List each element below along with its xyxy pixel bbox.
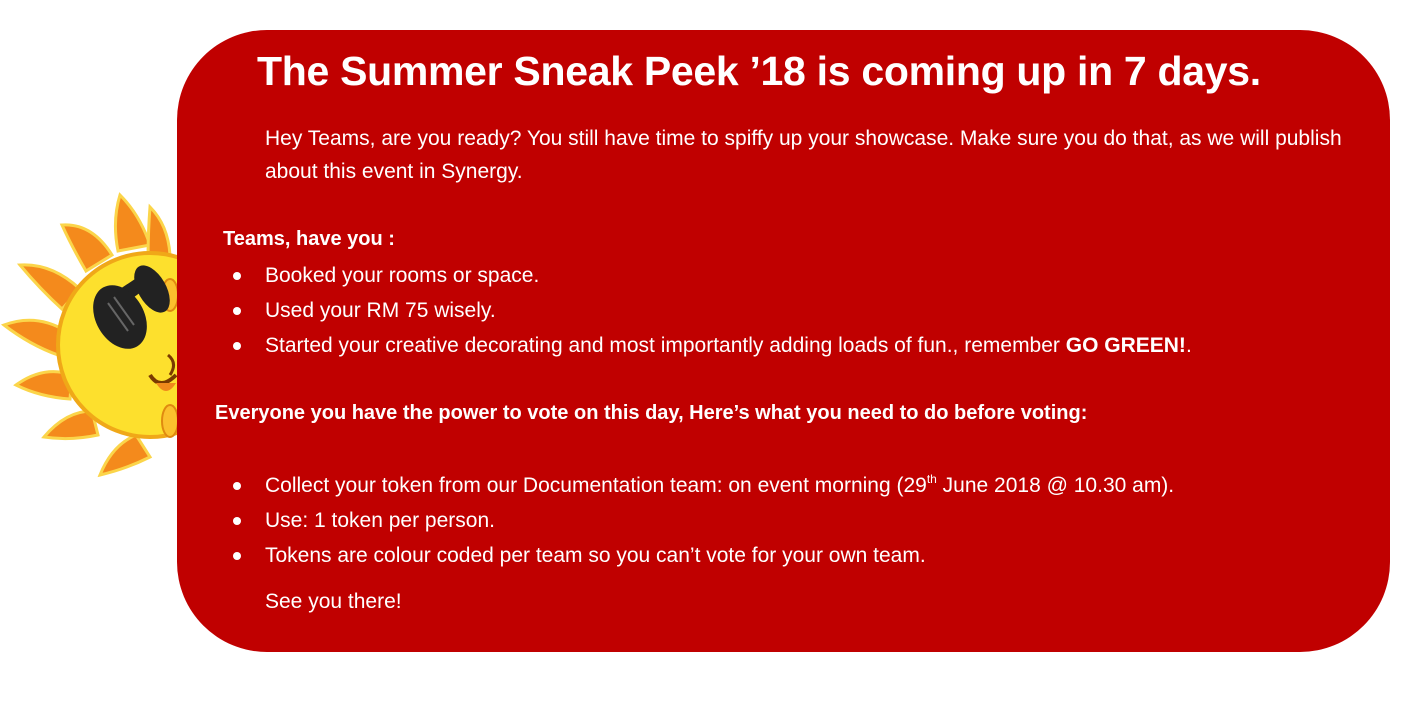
list-item-text: Started your creative decorating and mos… — [265, 334, 1066, 357]
list-item: Booked your rooms or space. — [233, 258, 1192, 293]
voting-instructions: Collect your token from our Documentatio… — [232, 468, 1175, 573]
list-item: Use: 1 token per person. — [232, 503, 1174, 538]
list-item-end: June 2018 @ 10.30 am). — [936, 474, 1175, 497]
teams-checklist: Booked your rooms or space. Used your RM… — [233, 258, 1192, 363]
announcement-card: The Summer Sneak Peek ’18 is coming up i… — [177, 30, 1390, 652]
intro-paragraph: Hey Teams, are you ready? You still have… — [265, 127, 1342, 183]
teams-checklist-heading: Teams, have you : — [223, 228, 395, 250]
list-item-text: Collect your token from our Documentatio… — [265, 474, 927, 497]
voting-instructions-heading: Everyone you have the power to vote on t… — [215, 402, 1088, 424]
list-item: Started your creative decorating and mos… — [233, 328, 1192, 363]
sun-with-sunglasses-icon — [0, 185, 244, 485]
go-green-highlight: GO GREEN! — [1065, 334, 1186, 357]
announcement-title: The Summer Sneak Peek ’18 is coming up i… — [257, 48, 1261, 94]
ordinal-suffix: th — [926, 472, 937, 486]
closing-line: See you there! — [265, 590, 402, 613]
list-item: Used your RM 75 wisely. — [233, 293, 1192, 328]
list-item: Collect your token from our Documentatio… — [232, 468, 1175, 503]
list-item: Tokens are colour coded per team so you … — [232, 538, 1174, 573]
list-item-end: . — [1185, 334, 1192, 357]
